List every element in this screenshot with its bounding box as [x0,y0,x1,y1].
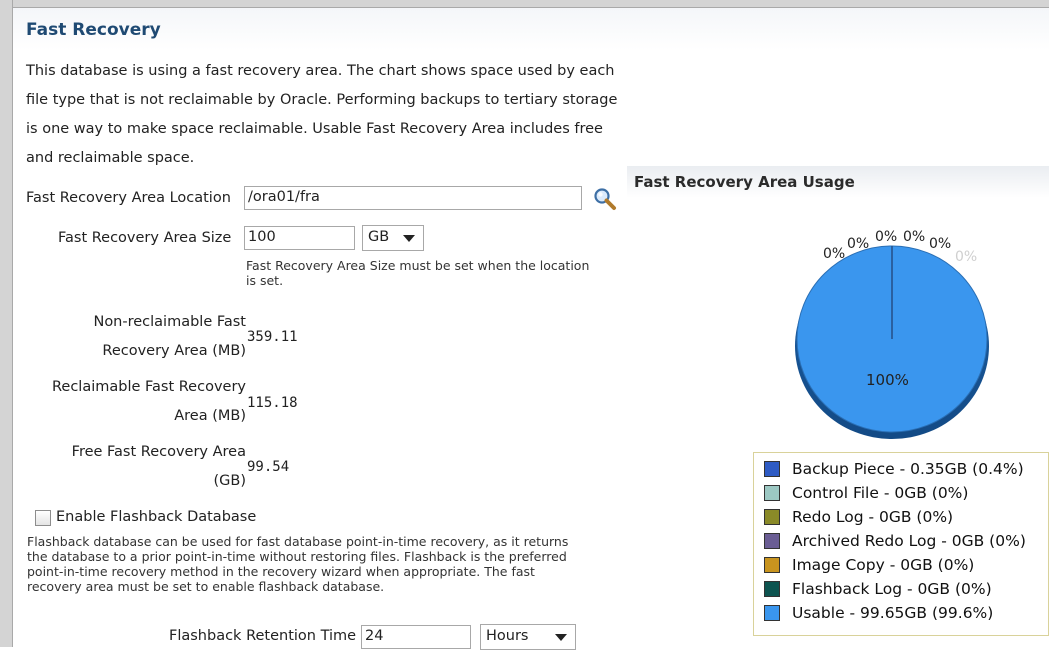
size-unit-select[interactable]: GB [362,225,424,251]
legend-label: Archived Redo Log - 0GB (0%) [792,532,1026,550]
free-label-line: Free Fast Recovery Area [71,444,246,460]
nonreclaimable-label-line: Recovery Area (MB) [102,343,246,359]
retention-label: Flashback Retention Time [169,628,357,644]
reclaimable-label: Reclaimable Fast Recovery Area (MB) [16,373,246,431]
legend-label: Flashback Log - 0GB (0%) [792,580,992,598]
legend-swatch [764,557,780,573]
pie-label: 100% [866,371,909,389]
chevron-down-icon [403,235,415,242]
size-hint-line: Fast Recovery Area Size must be set when… [246,258,590,273]
pie-label: 0% [847,236,869,252]
legend-label: Control File - 0GB (0%) [792,484,969,502]
legend-label: Image Copy - 0GB (0%) [792,556,975,574]
intro-line: and reclaimable space. [26,150,195,166]
legend-swatch [764,581,780,597]
location-input[interactable]: /ora01/fra [244,186,582,210]
legend-swatch [764,605,780,621]
legend-swatch [764,461,780,477]
section-title: Fast Recovery [26,20,161,40]
retention-unit-value: Hours [486,628,529,644]
window-frame-top [0,0,1049,8]
free-label-line: (GB) [213,473,247,489]
size-input[interactable]: 100 [244,226,355,250]
usage-pie-chart: 0% 0% 0% 0% 0% 0% 100% [795,229,989,439]
retention-unit-select[interactable]: Hours [480,624,576,650]
search-icon[interactable] [592,186,618,212]
nonreclaimable-value: 359.11 [247,329,298,345]
window-frame-left [0,0,13,647]
chevron-down-icon [555,634,567,641]
section-header-band [13,8,1049,50]
nonreclaimable-label-line: Non-reclaimable Fast [93,314,246,330]
size-unit-value: GB [368,229,390,245]
flashback-desc-line: recovery area must be set to enable flas… [27,579,385,594]
legend-swatch [764,533,780,549]
retention-input[interactable]: 24 [361,625,471,649]
free-label: Free Fast Recovery Area (GB) [16,438,246,496]
section-intro: This database is using a fast recovery a… [26,57,626,173]
reclaimable-value: 115.18 [247,395,298,411]
usage-title: Fast Recovery Area Usage [634,173,855,191]
reclaimable-label-line: Reclaimable Fast Recovery [51,379,246,395]
flashback-desc-line: point-in-time recovery method in the rec… [27,564,535,579]
flashback-description: Flashback database can be used for fast … [27,534,617,594]
usage-legend: Backup Piece - 0.35GB (0.4%) Control Fil… [753,452,1049,636]
legend-label: Backup Piece - 0.35GB (0.4%) [792,460,1024,478]
legend-swatch [764,509,780,525]
flashback-desc-line: Flashback database can be used for fast … [27,534,569,549]
intro-line: is one way to make space reclaimable. Us… [26,121,603,137]
enable-flashback-checkbox[interactable] [35,510,51,526]
size-hint-line: is set. [246,273,284,288]
enable-flashback-label[interactable]: Enable Flashback Database [56,509,256,525]
legend-label: Usable - 99.65GB (99.6%) [792,604,994,622]
pie-label: 0% [955,249,977,265]
pie-label: 0% [875,229,897,245]
size-hint: Fast Recovery Area Size must be set when… [246,258,626,288]
free-value: 99.54 [247,459,290,475]
flashback-desc-line: the database to a prior point-in-time wi… [27,549,567,564]
pie-label: 0% [903,229,925,245]
pie-label: 0% [929,236,951,252]
reclaimable-label-line: Area (MB) [174,408,246,424]
size-label: Fast Recovery Area Size [58,230,232,246]
legend-label: Redo Log - 0GB (0%) [792,508,954,526]
intro-line: file type that is not reclaimable by Ora… [26,92,618,108]
legend-swatch [764,485,780,501]
pie-label: 0% [823,246,845,262]
intro-line: This database is using a fast recovery a… [26,63,615,79]
location-label: Fast Recovery Area Location [26,190,231,206]
nonreclaimable-label: Non-reclaimable Fast Recovery Area (MB) [16,308,246,366]
